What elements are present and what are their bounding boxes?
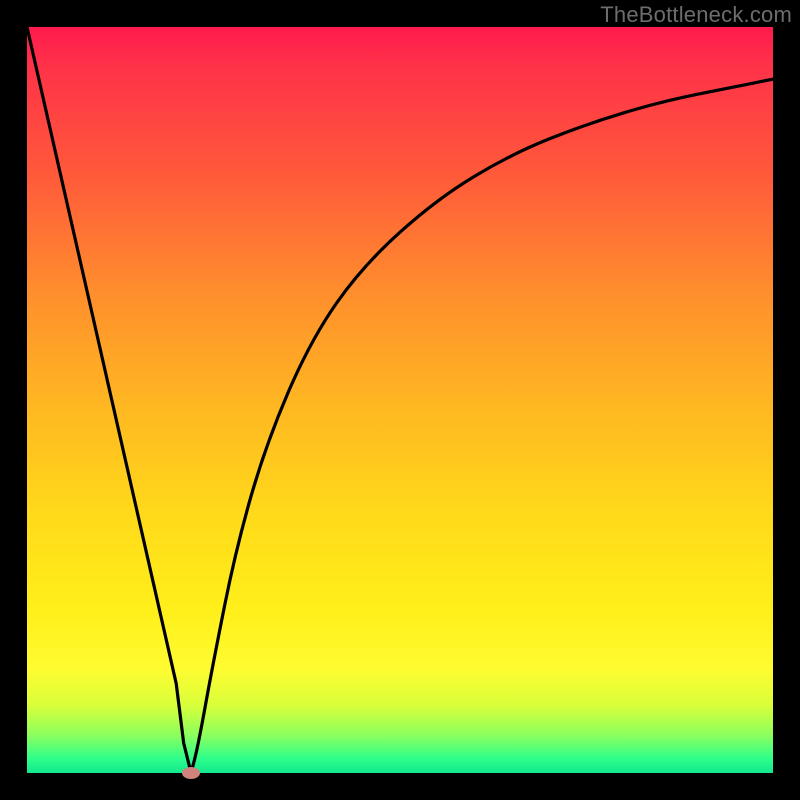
curve-min-marker (182, 767, 200, 779)
watermark-label: TheBottleneck.com (600, 2, 792, 28)
chart-frame: TheBottleneck.com (0, 0, 800, 800)
curve-path (27, 27, 773, 773)
plot-area (27, 27, 773, 773)
chart-curve (27, 27, 773, 773)
